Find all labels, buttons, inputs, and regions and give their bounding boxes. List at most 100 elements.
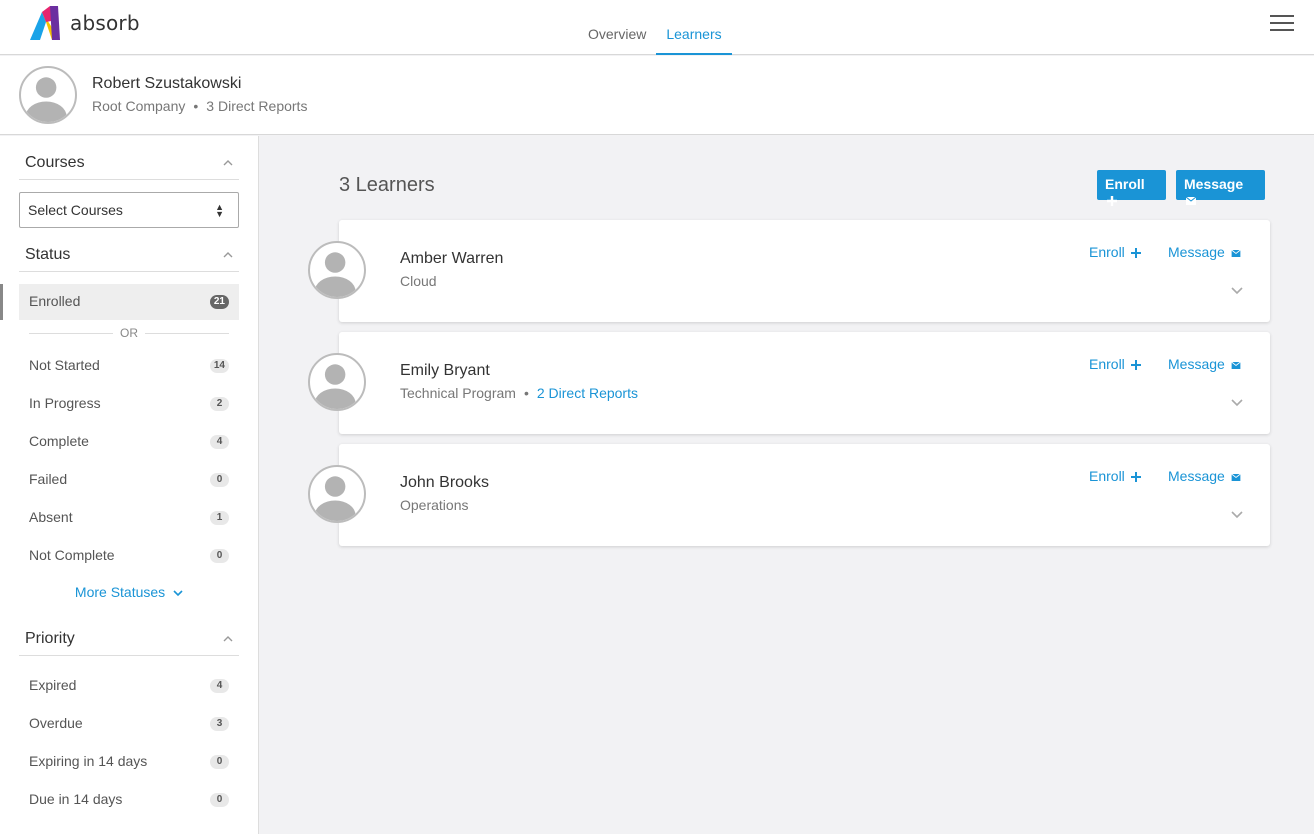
envelope-icon [1231, 473, 1241, 481]
priority-label: Due in 14 days [29, 791, 123, 807]
separator-dot: • [523, 385, 529, 401]
hamburger-menu-icon[interactable] [1270, 15, 1294, 33]
priority-label: Expiring in 14 days [29, 753, 148, 769]
learner-name: John Brooks [400, 474, 489, 491]
message-label: Message [1168, 244, 1225, 260]
learner-card[interactable]: Amber Warren Cloud Enroll Message [308, 220, 1270, 322]
status-filter-not-started[interactable]: Not Started 14 [19, 348, 239, 384]
priority-section-header[interactable]: Priority [19, 622, 239, 656]
count-badge: 14 [209, 359, 229, 373]
priority-filter-due-14-days[interactable]: Due in 14 days 0 [19, 782, 239, 818]
learner-enroll-button[interactable]: Enroll [1089, 468, 1141, 484]
chevron-up-icon [223, 160, 233, 166]
priority-section-title: Priority [25, 630, 75, 647]
profile-name: Robert Szustakowski [92, 75, 242, 92]
status-label: Failed [29, 471, 68, 487]
expand-chevron-down-icon[interactable] [1230, 285, 1244, 295]
learner-enroll-button[interactable]: Enroll [1089, 356, 1141, 372]
status-filter-absent[interactable]: Absent 1 [19, 500, 239, 536]
learner-subtitle: Technical Program • 2 Direct Reports [400, 385, 638, 401]
nav-tabs: Overview Learners [578, 0, 732, 55]
learner-enroll-button[interactable]: Enroll [1089, 244, 1141, 260]
learner-card[interactable]: Emily Bryant Technical Program • 2 Direct … [308, 332, 1270, 434]
learner-message-button[interactable]: Message [1168, 356, 1241, 372]
message-button-label: Message [1184, 176, 1244, 192]
profile-direct-reports: 3 Direct Reports [206, 98, 308, 114]
learner-message-button[interactable]: Message [1168, 468, 1241, 484]
status-section-title: Status [25, 246, 71, 263]
select-arrows-icon: ▲ ▼ [215, 202, 224, 219]
divider-line [145, 333, 229, 334]
manager-profile-header: Robert Szustakowski Root Company • 3 Direc… [0, 56, 1314, 135]
enroll-label: Enroll [1089, 468, 1125, 484]
absorb-logo-icon [30, 6, 60, 40]
learner-card[interactable]: John Brooks Operations Enroll Message [308, 444, 1270, 546]
plus-icon [1107, 196, 1117, 207]
enroll-label: Enroll [1089, 244, 1125, 260]
count-badge: 0 [210, 473, 229, 487]
tab-overview[interactable]: Overview [578, 0, 656, 55]
avatar [308, 465, 366, 523]
expand-chevron-down-icon[interactable] [1230, 397, 1244, 407]
count-badge: 0 [210, 793, 229, 807]
user-silhouette-icon [25, 77, 67, 122]
learner-department: Cloud [400, 273, 437, 289]
profile-company: Root Company [92, 98, 186, 114]
learner-name: Emily Bryant [400, 362, 490, 379]
status-filter-in-progress[interactable]: In Progress 2 [19, 386, 239, 422]
tab-learners[interactable]: Learners [656, 0, 732, 55]
filter-sidebar: Courses Select Courses ▲ ▼ Status Enrolle… [0, 136, 259, 834]
envelope-icon [1231, 249, 1241, 257]
profile-subtitle: Root Company • 3 Direct Reports [92, 98, 307, 114]
more-statuses-link[interactable]: More Statuses [19, 584, 239, 600]
count-badge: 1 [210, 511, 229, 525]
priority-filter-expired[interactable]: Expired 4 [19, 668, 239, 704]
plus-icon [1130, 360, 1141, 371]
learner-direct-reports-link[interactable]: 2 Direct Reports [537, 385, 638, 401]
logo-text: absorb [70, 11, 140, 35]
status-label: Not Started [29, 357, 100, 373]
separator-dot: • [193, 98, 199, 114]
count-badge: 0 [210, 755, 229, 769]
plus-icon [1130, 248, 1141, 259]
chevron-up-icon [223, 252, 233, 258]
priority-filter-overdue[interactable]: Overdue 3 [19, 706, 239, 742]
message-label: Message [1168, 468, 1225, 484]
status-label: In Progress [29, 395, 101, 411]
envelope-icon [1186, 197, 1196, 206]
user-silhouette-icon [314, 252, 356, 297]
count-badge: 4 [210, 435, 229, 449]
priority-filter-expiring-14-days[interactable]: Expiring in 14 days 0 [19, 744, 239, 780]
status-label: Absent [29, 509, 73, 525]
status-label: Not Complete [29, 547, 115, 563]
learner-department: Operations [400, 497, 469, 513]
top-navigation-bar: absorb Overview Learners [0, 0, 1314, 55]
courses-section-title: Courses [25, 154, 85, 171]
courses-section-header[interactable]: Courses [19, 146, 239, 180]
count-badge: 0 [210, 549, 229, 563]
select-courses-value: Select Courses [28, 202, 123, 218]
learner-department: Technical Program [400, 385, 516, 401]
status-filter-not-complete[interactable]: Not Complete 0 [19, 538, 239, 574]
status-filter-failed[interactable]: Failed 0 [19, 462, 239, 498]
status-filter-enrolled[interactable]: Enrolled 21 [19, 284, 239, 320]
select-courses-dropdown[interactable]: Select Courses ▲ ▼ [19, 192, 239, 228]
status-section-header[interactable]: Status [19, 238, 239, 272]
chevron-up-icon [223, 636, 233, 642]
learners-count-title: 3 Learners [339, 174, 435, 196]
absorb-logo[interactable]: absorb [30, 6, 140, 40]
status-label: Enrolled [29, 293, 81, 309]
priority-label: Expired [29, 677, 77, 693]
enroll-all-button[interactable]: Enroll [1097, 170, 1166, 207]
learner-message-button[interactable]: Message [1168, 244, 1241, 260]
message-label: Message [1168, 356, 1225, 372]
count-badge: 21 [209, 295, 229, 309]
avatar [308, 241, 366, 299]
count-badge: 3 [210, 717, 229, 731]
learner-name: Amber Warren [400, 250, 504, 267]
priority-label: Overdue [29, 715, 83, 731]
status-filter-complete[interactable]: Complete 4 [19, 424, 239, 460]
enroll-button-label: Enroll [1105, 176, 1145, 192]
message-all-button[interactable]: Message [1176, 170, 1265, 206]
expand-chevron-down-icon[interactable] [1230, 509, 1244, 519]
